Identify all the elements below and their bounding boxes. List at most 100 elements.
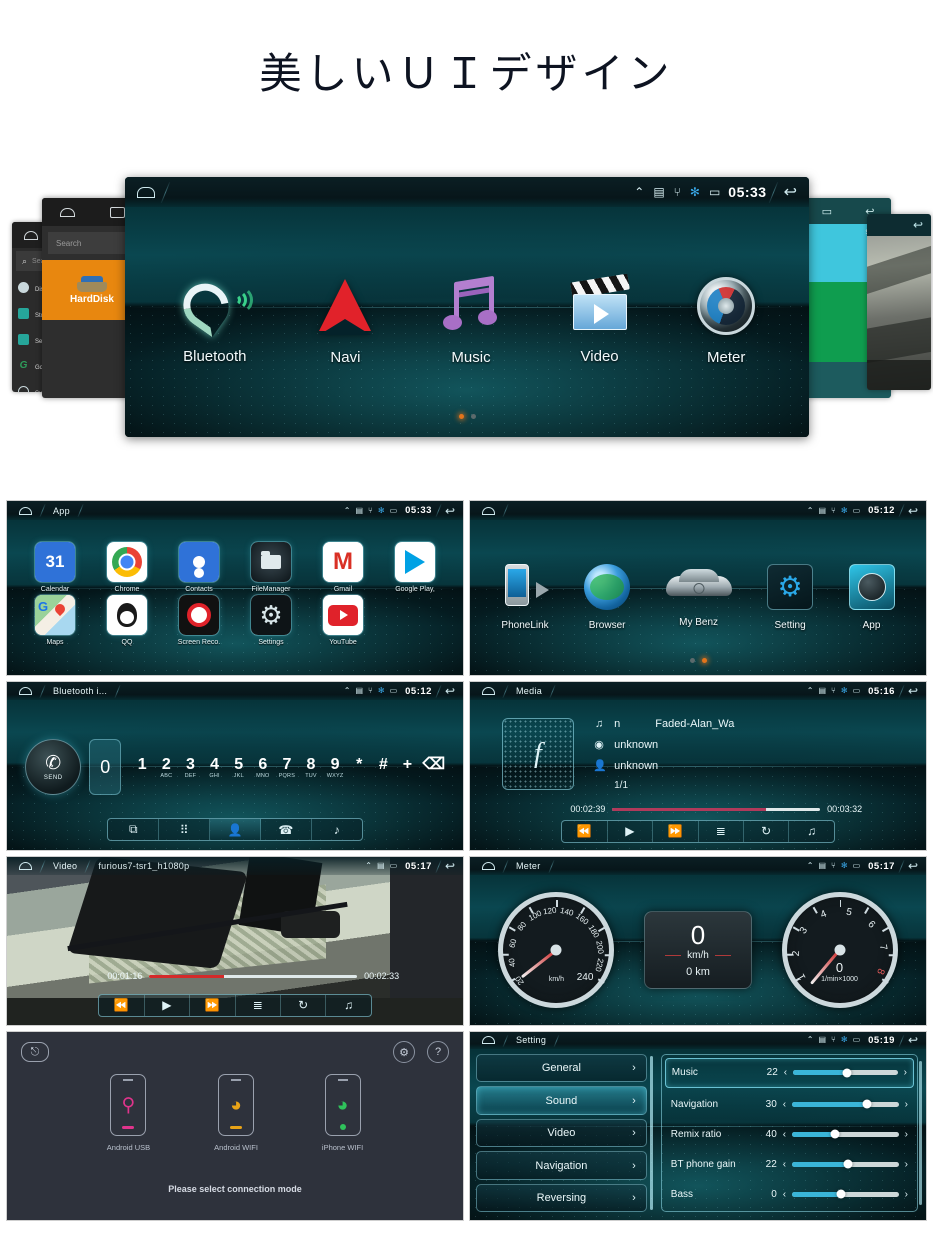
chevron-left-icon[interactable]: ‹ (784, 1067, 787, 1078)
app-meter[interactable]: Meter (697, 276, 756, 366)
slider[interactable] (792, 1159, 899, 1169)
exit-button[interactable]: ⎋ (21, 1042, 49, 1062)
app-tile-youtube[interactable]: YouTube (319, 595, 367, 646)
app-tile-settings[interactable]: ⚙ Settings (247, 595, 295, 646)
key-4[interactable]: 4 GHI (206, 756, 224, 780)
app-navi[interactable]: Navi (317, 277, 373, 366)
app-app[interactable]: App (848, 564, 895, 631)
menu-reversing[interactable]: Reversing › (476, 1183, 647, 1213)
next-button[interactable]: ⏩ (190, 994, 236, 1016)
app-tile-chrome[interactable]: Chrome (103, 542, 151, 593)
key-6[interactable]: 6 MNO (254, 756, 272, 780)
app-tile-screenrecorder[interactable]: Screen Reco. (175, 595, 223, 646)
slider[interactable] (793, 1068, 898, 1078)
play-button[interactable]: ▶ (608, 820, 654, 842)
home-button[interactable] (470, 506, 505, 515)
playlist-button[interactable]: ≣ (699, 820, 744, 842)
bg-filemanager-search[interactable]: Search (48, 232, 136, 254)
key-5[interactable]: 5 JKL (230, 756, 248, 780)
menu-video[interactable]: Video › (476, 1118, 647, 1148)
chevron-left-icon[interactable]: ‹ (783, 1129, 786, 1140)
slider[interactable] (792, 1129, 899, 1139)
home-button[interactable] (7, 506, 42, 515)
key-backspace[interactable]: ⌫ (423, 756, 446, 774)
app-tile-filemanager[interactable]: FileManager (247, 542, 295, 593)
chevron-right-icon[interactable]: › (904, 1067, 907, 1078)
app-setting[interactable]: ⚙ Setting (767, 564, 814, 631)
app-tile-qq[interactable]: QQ (103, 595, 151, 646)
play-button[interactable]: ▶ (145, 994, 191, 1016)
scrollbar[interactable] (919, 1060, 922, 1206)
progress-bar[interactable] (612, 807, 821, 811)
app-video[interactable]: Video (569, 273, 631, 365)
back-button[interactable]: ↩ (439, 684, 463, 698)
back-button[interactable]: ↩ (902, 684, 926, 698)
prev-button[interactable]: ⏪ (99, 994, 145, 1016)
back-button[interactable]: ↩ (439, 504, 463, 518)
home-button[interactable] (7, 862, 42, 871)
back-button[interactable]: ↩ (902, 859, 926, 873)
chevron-right-icon[interactable]: › (905, 1099, 908, 1110)
back-button[interactable]: ↩ (902, 504, 926, 518)
app-tile-contacts[interactable]: Contacts (175, 542, 223, 593)
eq-button[interactable]: ♫ (326, 995, 370, 1016)
key-9[interactable]: 9 WXYZ (326, 756, 344, 780)
menu-general[interactable]: General › (476, 1053, 647, 1083)
tab-bt-device[interactable]: ⧉ (108, 819, 160, 841)
home-button[interactable] (470, 862, 505, 871)
option-remix-ratio[interactable]: Remix ratio 40 ‹ › (665, 1120, 914, 1148)
option-music[interactable]: Music 22 ‹ › (664, 1057, 914, 1088)
app-phonelink[interactable]: PhoneLink (501, 564, 550, 631)
page-dot[interactable] (689, 657, 695, 663)
key-hash[interactable]: # (374, 756, 392, 774)
send-call-button[interactable]: ✆ SEND (25, 739, 82, 796)
chevron-left-icon[interactable]: ‹ (783, 1159, 786, 1170)
home-button[interactable] (470, 687, 505, 696)
page-dot[interactable] (470, 413, 476, 419)
app-tile-gmail[interactable]: M Gmail (319, 542, 367, 593)
key-8[interactable]: 8 TUV (302, 756, 320, 780)
app-browser[interactable]: Browser (584, 564, 631, 631)
chevron-left-icon[interactable]: ‹ (783, 1099, 786, 1110)
number-display[interactable]: 0 (89, 739, 122, 796)
app-tile-googleplay[interactable]: Google Play, (391, 542, 439, 593)
key-star[interactable]: * (350, 756, 368, 774)
repeat-button[interactable]: ↻ (744, 820, 790, 842)
scrollbar[interactable] (649, 1055, 653, 1211)
back-button[interactable]: ↩ (902, 1033, 926, 1047)
mode-android-wifi[interactable]: ◕ Android WIFI (214, 1074, 258, 1152)
playlist-button[interactable]: ≣ (236, 994, 281, 1016)
home-button[interactable] (7, 687, 42, 696)
prev-button[interactable]: ⏪ (562, 820, 608, 842)
tab-contacts[interactable]: 👤 (210, 819, 261, 841)
home-button[interactable] (125, 186, 165, 198)
page-dot-active[interactable] (458, 413, 464, 419)
mode-iphone-wifi[interactable]: ◕ iPhone WIFI (322, 1074, 363, 1152)
chevron-left-icon[interactable]: ‹ (783, 1189, 786, 1200)
slider[interactable] (792, 1099, 899, 1109)
key-1[interactable]: 1 (133, 756, 151, 774)
tab-call-log[interactable]: ☎ (261, 819, 312, 841)
chevron-right-icon[interactable]: › (905, 1129, 908, 1140)
repeat-button[interactable]: ↻ (281, 994, 327, 1016)
app-mybenz[interactable]: My Benz (665, 567, 732, 628)
menu-sound[interactable]: Sound › (476, 1086, 647, 1115)
app-bluetooth[interactable]: Bluetooth (174, 274, 253, 365)
help-icon[interactable]: ? (427, 1041, 449, 1063)
tab-bt-music[interactable]: ♪ (312, 819, 362, 840)
eq-button[interactable]: ♫ (789, 821, 833, 842)
app-tile-maps[interactable]: G Maps (31, 595, 79, 646)
key-7[interactable]: 7 PQRS (278, 756, 296, 780)
page-dot-active[interactable] (701, 657, 707, 663)
app-music[interactable]: Music (440, 275, 502, 366)
mode-android-usb[interactable]: ⚲ Android USB (107, 1074, 150, 1152)
slider[interactable] (792, 1189, 899, 1199)
option-navigation[interactable]: Navigation 30 ‹ › (665, 1090, 914, 1118)
chevron-right-icon[interactable]: › (905, 1189, 908, 1200)
chevron-right-icon[interactable]: › (905, 1159, 908, 1170)
back-button[interactable]: ↩ (774, 182, 809, 202)
tab-keypad[interactable]: ⠿ (159, 819, 211, 841)
option-bt-phone-gain[interactable]: BT phone gain 22 ‹ › (665, 1150, 914, 1178)
key-3[interactable]: 3 DEF (181, 756, 199, 780)
progress-bar[interactable] (149, 974, 358, 978)
